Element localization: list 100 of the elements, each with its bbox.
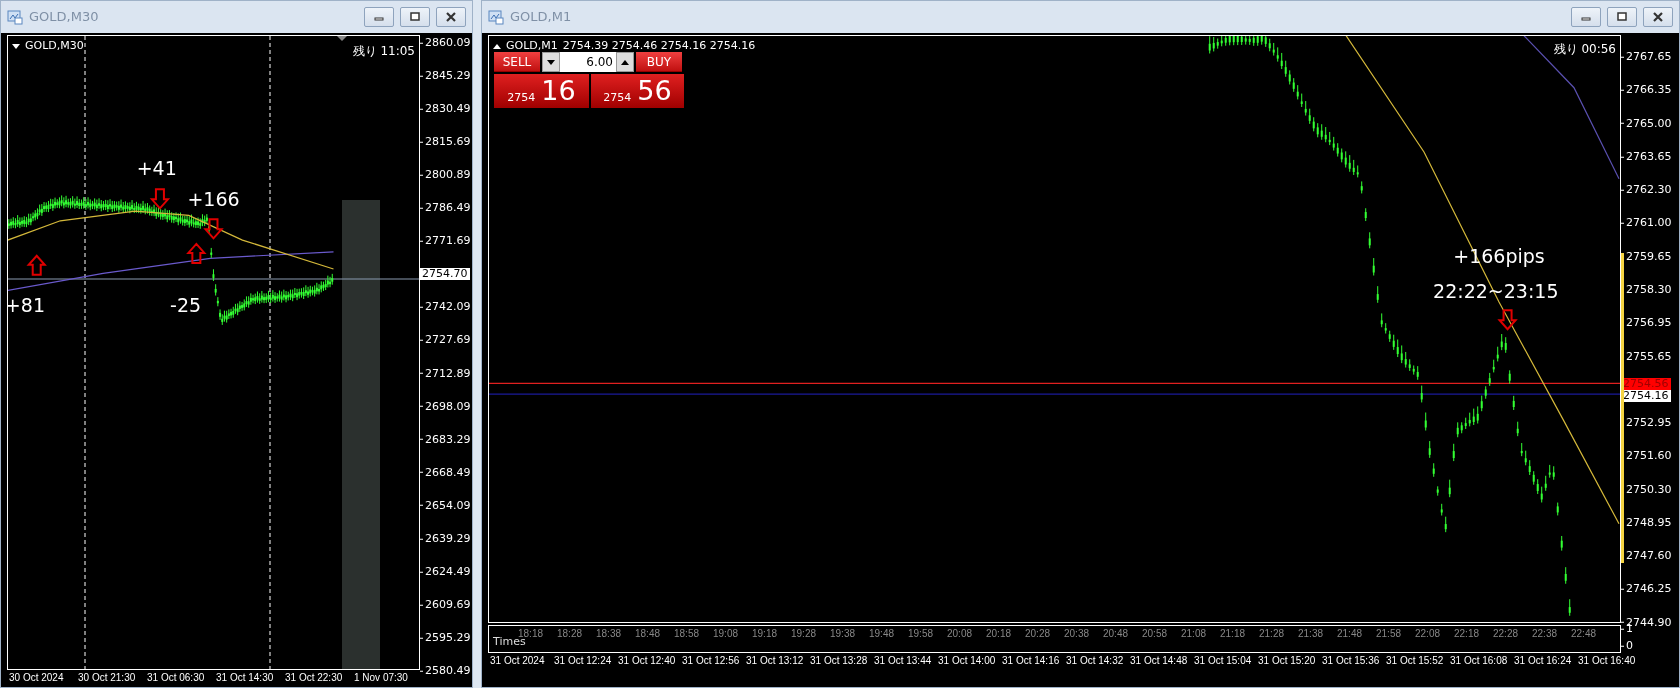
time-of-day-label: 20:08 xyxy=(946,627,973,641)
price-tick-label: 2683.29 xyxy=(420,431,471,448)
price-tick-label: 2765.00 xyxy=(1621,115,1672,132)
price-tick-label: 2763.65 xyxy=(1621,148,1672,166)
time-label: 31 Oct 16:40 xyxy=(1577,654,1637,668)
price-tick-label: 2668.49 xyxy=(420,464,471,481)
lot-size-field[interactable]: 6.00 xyxy=(560,52,616,72)
time-label: 31 Oct 14:00 xyxy=(937,654,997,668)
time-label: 31 Oct 12:40 xyxy=(617,654,677,668)
time-label: 31 Oct 06:30 xyxy=(146,671,206,685)
chart-symbol: GOLD,M30 xyxy=(25,38,84,54)
time-label: 31 Oct 22:30 xyxy=(284,671,344,685)
time-of-day-label: 18:48 xyxy=(634,627,661,641)
annotation-text: +166 xyxy=(187,187,240,213)
price-tick-label: 2747.60 xyxy=(1621,547,1672,565)
time-label: 31 Oct 14:30 xyxy=(215,671,275,685)
time-label: 31 Oct 14:16 xyxy=(1001,654,1061,668)
annotation-text: +41 xyxy=(136,156,177,182)
sell-price-button[interactable]: 2754 16 xyxy=(494,74,589,108)
time-label: 1 Nov 07:30 xyxy=(353,671,409,685)
price-tick-label: 2786.49 xyxy=(420,200,471,217)
price-tick-label: 2800.89 xyxy=(420,166,471,184)
buy-button[interactable]: BUY xyxy=(636,52,682,72)
annotation-text: -25 xyxy=(170,293,202,319)
sell-button[interactable]: SELL xyxy=(494,52,540,72)
time-of-day-label: 22:38 xyxy=(1531,627,1558,641)
time-of-day-label: 21:38 xyxy=(1297,627,1324,641)
time-label: 31 Oct 14:48 xyxy=(1129,654,1189,668)
scale-label: 0 xyxy=(1621,637,1633,655)
time-label: 31 Oct 13:28 xyxy=(809,654,869,668)
window-title: GOLD,M30 xyxy=(29,8,99,27)
time-of-day-label: 18:38 xyxy=(595,627,622,641)
time-of-day-label: 19:18 xyxy=(751,627,778,641)
time-of-day-label: 22:18 xyxy=(1453,627,1480,641)
price-label: 2754.70 xyxy=(420,268,470,281)
time-of-day-label: 19:28 xyxy=(790,627,817,641)
time-label: 30 Oct 21:30 xyxy=(77,671,137,685)
price-tick-label: 2756.95 xyxy=(1621,314,1672,332)
time-label: 31 Oct 15:52 xyxy=(1385,654,1445,668)
time-of-day-label: 22:48 xyxy=(1570,627,1597,641)
price-tick-label: 2580.49 xyxy=(420,662,471,680)
time-label: 31 Oct 12:56 xyxy=(681,654,741,668)
time-of-day-label: 20:58 xyxy=(1141,627,1168,641)
buy-price-button[interactable]: 2754 56 xyxy=(591,74,684,108)
time-label: 31 Oct 16:24 xyxy=(1513,654,1573,668)
price-tick-label: 2639.29 xyxy=(420,530,471,547)
time-label: 31 Oct 14:32 xyxy=(1065,654,1125,668)
time-of-day-label: 19:38 xyxy=(829,627,856,641)
price-tick-label: 2712.89 xyxy=(420,365,471,382)
price-tick-label: 2746.25 xyxy=(1621,581,1672,598)
time-label: 31 Oct 15:36 xyxy=(1321,654,1381,668)
price-tick-label: 2830.49 xyxy=(420,100,471,118)
price-tick-label: 2755.65 xyxy=(1621,348,1672,365)
price-tick-label: 2750.30 xyxy=(1621,481,1672,498)
timer-text: 残り 11:05 xyxy=(352,43,415,60)
price-label: 2754.56 xyxy=(1621,377,1671,390)
chart-symbol: GOLD,M1 xyxy=(506,38,558,54)
time-of-day-label: 21:18 xyxy=(1219,627,1246,641)
time-of-day-label: 20:38 xyxy=(1063,627,1090,641)
time-of-day-label: 18:58 xyxy=(673,627,700,641)
price-tick-label: 2762.30 xyxy=(1621,181,1672,199)
time-of-day-label: 21:48 xyxy=(1336,627,1363,641)
time-of-day-label: 21:08 xyxy=(1180,627,1207,641)
time-label: 31 Oct 15:20 xyxy=(1257,654,1317,668)
price-tick-label: 2752.95 xyxy=(1621,414,1672,432)
time-of-day-label: 20:48 xyxy=(1102,627,1129,641)
price-tick-label: 2771.69 xyxy=(420,233,471,250)
price-tick-label: 2759.65 xyxy=(1621,248,1672,265)
price-tick-label: 2815.69 xyxy=(420,133,471,151)
time-label: 31 Oct 13:44 xyxy=(873,654,933,668)
time-of-day-label: 22:28 xyxy=(1492,627,1519,641)
time-of-day-label: 21:58 xyxy=(1375,627,1402,641)
price-tick-label: 2767.65 xyxy=(1621,48,1672,66)
time-of-day-label: 19:58 xyxy=(907,627,934,641)
price-tick-label: 2742.09 xyxy=(420,299,471,316)
price-tick-label: 2761.00 xyxy=(1621,215,1672,232)
time-of-day-label: 18:28 xyxy=(556,627,583,641)
price-tick-label: 2748.95 xyxy=(1621,514,1672,532)
time-label: 31 Oct 15:04 xyxy=(1193,654,1253,668)
time-label: 31 Oct 2024 xyxy=(489,654,546,668)
time-label: 31 Oct 16:08 xyxy=(1449,654,1509,668)
price-tick-label: 2595.29 xyxy=(420,629,471,647)
time-label: 30 Oct 2024 xyxy=(8,671,65,685)
price-tick-label: 2758.30 xyxy=(1621,281,1672,299)
time-of-day-label: 19:48 xyxy=(868,627,895,641)
price-tick-label: 2624.49 xyxy=(420,563,471,581)
time-of-day-label: 21:28 xyxy=(1258,627,1285,641)
price-tick-label: 2609.69 xyxy=(420,596,471,614)
time-of-day-label: 22:08 xyxy=(1414,627,1441,641)
timer-text: 残り 00:56 xyxy=(1553,41,1616,58)
price-tick-label: 2698.09 xyxy=(420,398,471,415)
time-label: 31 Oct 12:24 xyxy=(553,654,613,668)
price-tick-label: 2727.69 xyxy=(420,332,471,349)
price-tick-label: 2860.09 xyxy=(420,34,471,52)
price-tick-label: 2845.29 xyxy=(420,67,471,85)
price-tick-label: 2654.09 xyxy=(420,497,471,514)
quote-text: 2754.39 2754.46 2754.16 2754.16 xyxy=(562,38,756,54)
time-of-day-label: 19:08 xyxy=(712,627,739,641)
price-tick-label: 2751.60 xyxy=(1621,448,1672,465)
time-label: 31 Oct 13:12 xyxy=(745,654,805,668)
